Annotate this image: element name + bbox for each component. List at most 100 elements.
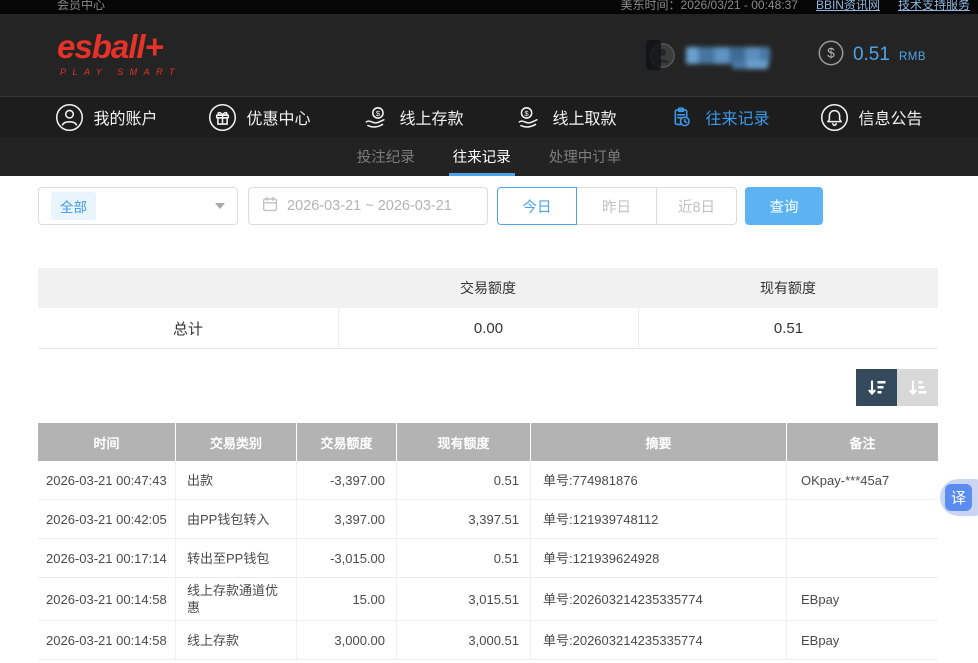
cell-amount: 3,397.00 — [297, 500, 397, 538]
tech-support-link[interactable]: 技术支持服务 — [898, 0, 970, 13]
category-selected-tag: 全部 — [51, 192, 96, 220]
last-8-days-button[interactable]: 近8日 — [657, 187, 737, 225]
cell-time: 2026-03-21 00:17:14 — [38, 539, 176, 577]
cell-time: 2026-03-21 00:47:43 — [38, 461, 176, 499]
nav-label: 我的账户 — [93, 105, 157, 129]
col-header-amount: 交易额度 — [297, 423, 397, 461]
bell-icon — [820, 103, 849, 132]
cell-balance: 0.51 — [397, 539, 531, 577]
translate-button[interactable]: 译 — [940, 479, 978, 516]
summary-header-row: 交易额度 现有额度 — [38, 268, 938, 308]
today-button[interactable]: 今日 — [497, 187, 577, 225]
transactions-table: 时间 交易类别 交易额度 现有额度 摘要 备注 2026-03-21 00:47… — [38, 423, 938, 660]
bbin-news-link[interactable]: BBIN资讯网 — [816, 0, 880, 13]
cell-summary: 单号:202603214235335774 — [531, 621, 787, 659]
member-center-link[interactable]: 会员中心 — [57, 0, 105, 13]
summary-header-balance: 现有额度 — [638, 268, 938, 308]
col-header-summary: 摘要 — [531, 423, 787, 461]
dollar-icon: $ — [818, 40, 844, 71]
sort-ascending-icon — [907, 377, 929, 399]
category-select[interactable]: 全部 — [38, 187, 238, 225]
col-header-type: 交易类别 — [176, 423, 297, 461]
tab-betting-records[interactable]: 投注纪录 — [355, 137, 417, 176]
cell-amount: -3,015.00 — [297, 539, 397, 577]
sort-descending-icon — [866, 377, 888, 399]
sort-toolbar — [856, 369, 938, 406]
gift-icon — [208, 103, 237, 132]
nav-label: 线上取款 — [552, 105, 616, 129]
nav-item-deposit[interactable]: $ 线上存款 — [361, 103, 463, 132]
translate-icon: 译 — [945, 484, 972, 511]
summary-header-transaction: 交易额度 — [338, 268, 638, 308]
cell-balance: 0.51 — [397, 461, 531, 499]
nav-item-announcements[interactable]: 信息公告 — [820, 103, 922, 132]
table-row: 2026-03-21 00:42:05 由PP钱包转入 3,397.00 3,3… — [38, 500, 938, 539]
main-nav: 我的账户 优惠中心 $ — [0, 96, 978, 137]
cell-note: OKpay-***45a7 — [787, 461, 938, 499]
cell-summary: 单号:121939748112 — [531, 500, 787, 538]
table-row: 2026-03-21 00:14:58 线上存款通道优惠 15.00 3,015… — [38, 578, 938, 621]
date-range-value: 2026-03-21 ~ 2026-03-21 — [287, 198, 452, 214]
nav-item-my-account[interactable]: 我的账户 — [55, 103, 157, 132]
cell-type: 出款 — [176, 461, 297, 499]
cell-note: EBpay — [787, 578, 938, 620]
cell-time: 2026-03-21 00:42:05 — [38, 500, 176, 538]
quick-date-group: 今日 昨日 近8日 — [497, 187, 737, 225]
svg-text:$: $ — [827, 45, 835, 60]
table-header-row: 时间 交易类别 交易额度 现有额度 摘要 备注 — [38, 423, 938, 461]
summary-total-label: 总计 — [38, 308, 338, 348]
balance-amount: 0.51 — [853, 44, 890, 66]
page: 会员中心 美东时间：2026/03/21 - 00:48:37 BBIN资讯网 … — [0, 0, 978, 663]
avatar[interactable] — [649, 42, 676, 69]
logo-text: esball+ — [57, 30, 181, 64]
cell-summary: 单号:202603214235335774 — [531, 578, 787, 620]
summary-total-row: 总计 0.00 0.51 — [38, 308, 938, 349]
sub-nav: 投注纪录 往来记录 处理中订单 — [0, 137, 978, 176]
logo[interactable]: esball+ PLAY SMART — [57, 30, 181, 77]
cell-balance: 3,015.51 — [397, 578, 531, 620]
user-icon — [55, 103, 84, 132]
table-body: 2026-03-21 00:47:43 出款 -3,397.00 0.51 单号… — [38, 461, 938, 660]
summary-header-empty — [38, 268, 338, 308]
sort-descending-button[interactable] — [856, 369, 897, 406]
svg-text:$: $ — [376, 108, 381, 117]
username-redacted[interactable] — [686, 47, 770, 64]
cell-type: 由PP钱包转入 — [176, 500, 297, 538]
server-time: 美东时间：2026/03/21 - 00:48:37 — [621, 0, 798, 13]
avatar-blur-overlay — [646, 40, 661, 70]
col-header-time: 时间 — [38, 423, 176, 461]
tab-pending-orders[interactable]: 处理中订单 — [547, 137, 624, 176]
search-button[interactable]: 查询 — [745, 187, 823, 225]
cell-type: 转出至PP钱包 — [176, 539, 297, 577]
summary-current-balance: 0.51 — [638, 308, 938, 348]
logo-tagline: PLAY SMART — [57, 67, 181, 77]
table-row: 2026-03-21 00:14:58 线上存款 3,000.00 3,000.… — [38, 621, 938, 660]
cell-note — [787, 500, 938, 538]
nav-item-transaction-records[interactable]: 往来记录 — [667, 103, 769, 132]
nav-label: 线上存款 — [399, 105, 463, 129]
nav-item-withdraw[interactable]: $ 线上取款 — [514, 103, 616, 132]
filter-bar: 全部 2026-03-21 ~ 2026-03-21 今日 昨日 近8日 查询 — [38, 187, 938, 225]
cell-note: EBpay — [787, 621, 938, 659]
cell-balance: 3,000.51 — [397, 621, 531, 659]
cell-amount: -3,397.00 — [297, 461, 397, 499]
cell-amount: 15.00 — [297, 578, 397, 620]
cell-time: 2026-03-21 00:14:58 — [38, 578, 176, 620]
balance-currency: RMB — [899, 47, 926, 63]
summary-transaction-total: 0.00 — [338, 308, 638, 348]
balance[interactable]: $ 0.51 RMB — [818, 40, 926, 71]
sort-ascending-button[interactable] — [897, 369, 938, 406]
date-range-input[interactable]: 2026-03-21 ~ 2026-03-21 — [248, 187, 488, 225]
cell-balance: 3,397.51 — [397, 500, 531, 538]
cell-time: 2026-03-21 00:14:58 — [38, 621, 176, 659]
col-header-balance: 现有额度 — [397, 423, 531, 461]
cell-summary: 单号:774981876 — [531, 461, 787, 499]
summary-table: 交易额度 现有额度 总计 0.00 0.51 — [38, 268, 938, 349]
records-clipboard-clock-icon — [667, 103, 696, 132]
yesterday-button[interactable]: 昨日 — [577, 187, 657, 225]
nav-item-promotions[interactable]: 优惠中心 — [208, 103, 310, 132]
tab-transaction-records[interactable]: 往来记录 — [451, 137, 513, 176]
cell-type: 线上存款 — [176, 621, 297, 659]
nav-label: 信息公告 — [858, 105, 922, 129]
calendar-icon — [262, 196, 278, 216]
